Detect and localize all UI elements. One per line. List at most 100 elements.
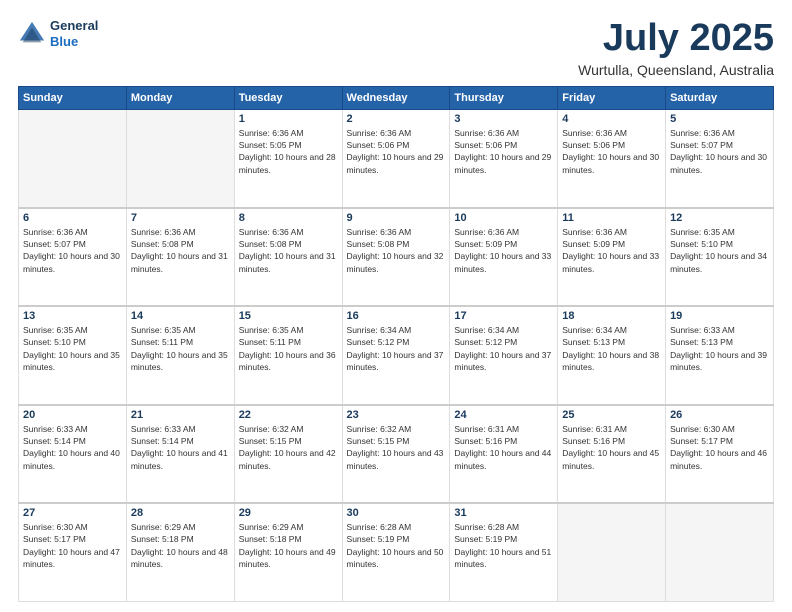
table-row: 15 Sunrise: 6:35 AMSunset: 5:11 PMDayligh… [234, 306, 342, 404]
table-row: 30 Sunrise: 6:28 AMSunset: 5:19 PMDayligh… [342, 503, 450, 601]
table-row: 18Sunrise: 6:34 AMSunset: 5:13 PMDayligh… [558, 306, 666, 404]
day-number: 17 [454, 310, 553, 322]
col-sunday: Sunday [19, 86, 127, 109]
table-row: 12Sunrise: 6:35 AMSunset: 5:10 PMDayligh… [666, 208, 774, 306]
day-number: 24 [454, 409, 553, 421]
page: General Blue July 2025 Wurtulla, Queensl… [0, 0, 792, 612]
day-number: 1 [239, 113, 338, 125]
calendar-week-row: 13 Sunrise: 6:35 AMSunset: 5:10 PMDayligh… [19, 306, 774, 404]
day-info: Sunrise: 6:36 AMSunset: 5:08 PMDaylight:… [347, 226, 446, 275]
calendar-week-row: 1 Sunrise: 6:36 AMSunset: 5:05 PMDaylight… [19, 109, 774, 207]
day-info: Sunrise: 6:29 AMSunset: 5:18 PMDaylight:… [239, 521, 338, 570]
day-info: Sunrise: 6:34 AMSunset: 5:12 PMDaylight:… [454, 324, 553, 373]
table-row: 8 Sunrise: 6:36 AMSunset: 5:08 PMDaylight… [234, 208, 342, 306]
day-info: Sunrise: 6:36 AMSunset: 5:05 PMDaylight:… [239, 127, 338, 176]
day-info: Sunrise: 6:35 AMSunset: 5:10 PMDaylight:… [670, 226, 769, 275]
col-monday: Monday [126, 86, 234, 109]
day-number: 15 [239, 310, 338, 322]
table-row: 6 Sunrise: 6:36 AMSunset: 5:07 PMDaylight… [19, 208, 127, 306]
day-info: Sunrise: 6:33 AMSunset: 5:14 PMDaylight:… [131, 423, 230, 472]
day-info: Sunrise: 6:36 AMSunset: 5:06 PMDaylight:… [347, 127, 446, 176]
day-number: 20 [23, 409, 122, 421]
logo: General Blue [18, 18, 98, 49]
table-row: 7 Sunrise: 6:36 AMSunset: 5:08 PMDaylight… [126, 208, 234, 306]
day-number: 19 [670, 310, 769, 322]
day-info: Sunrise: 6:36 AMSunset: 5:09 PMDaylight:… [562, 226, 661, 275]
day-info: Sunrise: 6:36 AMSunset: 5:09 PMDaylight:… [454, 226, 553, 275]
col-wednesday: Wednesday [342, 86, 450, 109]
header: General Blue July 2025 Wurtulla, Queensl… [18, 18, 774, 78]
day-info: Sunrise: 6:28 AMSunset: 5:19 PMDaylight:… [347, 521, 446, 570]
table-row: 24 Sunrise: 6:31 AMSunset: 5:16 PMDayligh… [450, 405, 558, 503]
col-saturday: Saturday [666, 86, 774, 109]
day-info: Sunrise: 6:36 AMSunset: 5:08 PMDaylight:… [131, 226, 230, 275]
table-row: 21 Sunrise: 6:33 AMSunset: 5:14 PMDayligh… [126, 405, 234, 503]
table-row: 9 Sunrise: 6:36 AMSunset: 5:08 PMDaylight… [342, 208, 450, 306]
day-number: 2 [347, 113, 446, 125]
table-row: 22 Sunrise: 6:32 AMSunset: 5:15 PMDayligh… [234, 405, 342, 503]
day-info: Sunrise: 6:29 AMSunset: 5:18 PMDaylight:… [131, 521, 230, 570]
day-number: 29 [239, 507, 338, 519]
day-number: 31 [454, 507, 553, 519]
location-subtitle: Wurtulla, Queensland, Australia [578, 62, 774, 78]
table-row: 5Sunrise: 6:36 AMSunset: 5:07 PMDaylight… [666, 109, 774, 207]
table-row [126, 109, 234, 207]
day-info: Sunrise: 6:32 AMSunset: 5:15 PMDaylight:… [239, 423, 338, 472]
day-info: Sunrise: 6:36 AMSunset: 5:07 PMDaylight:… [670, 127, 769, 176]
day-number: 21 [131, 409, 230, 421]
table-row: 26 Sunrise: 6:30 AMSunset: 5:17 PMDayligh… [666, 405, 774, 503]
day-info: Sunrise: 6:35 AMSunset: 5:11 PMDaylight:… [239, 324, 338, 373]
day-info: Sunrise: 6:36 AMSunset: 5:06 PMDaylight:… [454, 127, 553, 176]
table-row: 23 Sunrise: 6:32 AMSunset: 5:15 PMDayligh… [342, 405, 450, 503]
day-info: Sunrise: 6:33 AMSunset: 5:13 PMDaylight:… [670, 324, 769, 373]
table-row: 1 Sunrise: 6:36 AMSunset: 5:05 PMDaylight… [234, 109, 342, 207]
day-number: 22 [239, 409, 338, 421]
table-row: 10 Sunrise: 6:36 AMSunset: 5:09 PMDayligh… [450, 208, 558, 306]
day-number: 4 [562, 113, 661, 125]
day-info: Sunrise: 6:35 AMSunset: 5:10 PMDaylight:… [23, 324, 122, 373]
day-info: Sunrise: 6:36 AMSunset: 5:07 PMDaylight:… [23, 226, 122, 275]
table-row: 11 Sunrise: 6:36 AMSunset: 5:09 PMDayligh… [558, 208, 666, 306]
table-row: 16Sunrise: 6:34 AMSunset: 5:12 PMDayligh… [342, 306, 450, 404]
table-row: 31 Sunrise: 6:28 AMSunset: 5:19 PMDayligh… [450, 503, 558, 601]
logo-icon [18, 20, 46, 48]
calendar-week-row: 20 Sunrise: 6:33 AMSunset: 5:14 PMDayligh… [19, 405, 774, 503]
day-info: Sunrise: 6:28 AMSunset: 5:19 PMDaylight:… [454, 521, 553, 570]
day-number: 25 [562, 409, 661, 421]
day-info: Sunrise: 6:36 AMSunset: 5:06 PMDaylight:… [562, 127, 661, 176]
day-info: Sunrise: 6:30 AMSunset: 5:17 PMDaylight:… [670, 423, 769, 472]
calendar-week-row: 6 Sunrise: 6:36 AMSunset: 5:07 PMDaylight… [19, 208, 774, 306]
day-info: Sunrise: 6:35 AMSunset: 5:11 PMDaylight:… [131, 324, 230, 373]
table-row: 14 Sunrise: 6:35 AMSunset: 5:11 PMDayligh… [126, 306, 234, 404]
table-row: 28 Sunrise: 6:29 AMSunset: 5:18 PMDayligh… [126, 503, 234, 601]
calendar-week-row: 27Sunrise: 6:30 AMSunset: 5:17 PMDayligh… [19, 503, 774, 601]
day-number: 23 [347, 409, 446, 421]
day-number: 8 [239, 212, 338, 224]
day-number: 7 [131, 212, 230, 224]
day-info: Sunrise: 6:31 AMSunset: 5:16 PMDaylight:… [454, 423, 553, 472]
table-row [558, 503, 666, 601]
col-tuesday: Tuesday [234, 86, 342, 109]
day-number: 9 [347, 212, 446, 224]
day-number: 11 [562, 212, 661, 224]
day-number: 28 [131, 507, 230, 519]
day-number: 16 [347, 310, 446, 322]
month-title: July 2025 [578, 18, 774, 60]
day-info: Sunrise: 6:34 AMSunset: 5:13 PMDaylight:… [562, 324, 661, 373]
day-number: 14 [131, 310, 230, 322]
calendar-table: Sunday Monday Tuesday Wednesday Thursday… [18, 86, 774, 602]
table-row: 13 Sunrise: 6:35 AMSunset: 5:10 PMDayligh… [19, 306, 127, 404]
day-number: 10 [454, 212, 553, 224]
day-info: Sunrise: 6:36 AMSunset: 5:08 PMDaylight:… [239, 226, 338, 275]
day-number: 30 [347, 507, 446, 519]
table-row: 29 Sunrise: 6:29 AMSunset: 5:18 PMDayligh… [234, 503, 342, 601]
day-info: Sunrise: 6:32 AMSunset: 5:15 PMDaylight:… [347, 423, 446, 472]
col-thursday: Thursday [450, 86, 558, 109]
table-row [19, 109, 127, 207]
calendar-header-row: Sunday Monday Tuesday Wednesday Thursday… [19, 86, 774, 109]
day-number: 27 [23, 507, 122, 519]
day-number: 26 [670, 409, 769, 421]
title-block: July 2025 Wurtulla, Queensland, Australi… [578, 18, 774, 78]
day-number: 6 [23, 212, 122, 224]
day-number: 13 [23, 310, 122, 322]
